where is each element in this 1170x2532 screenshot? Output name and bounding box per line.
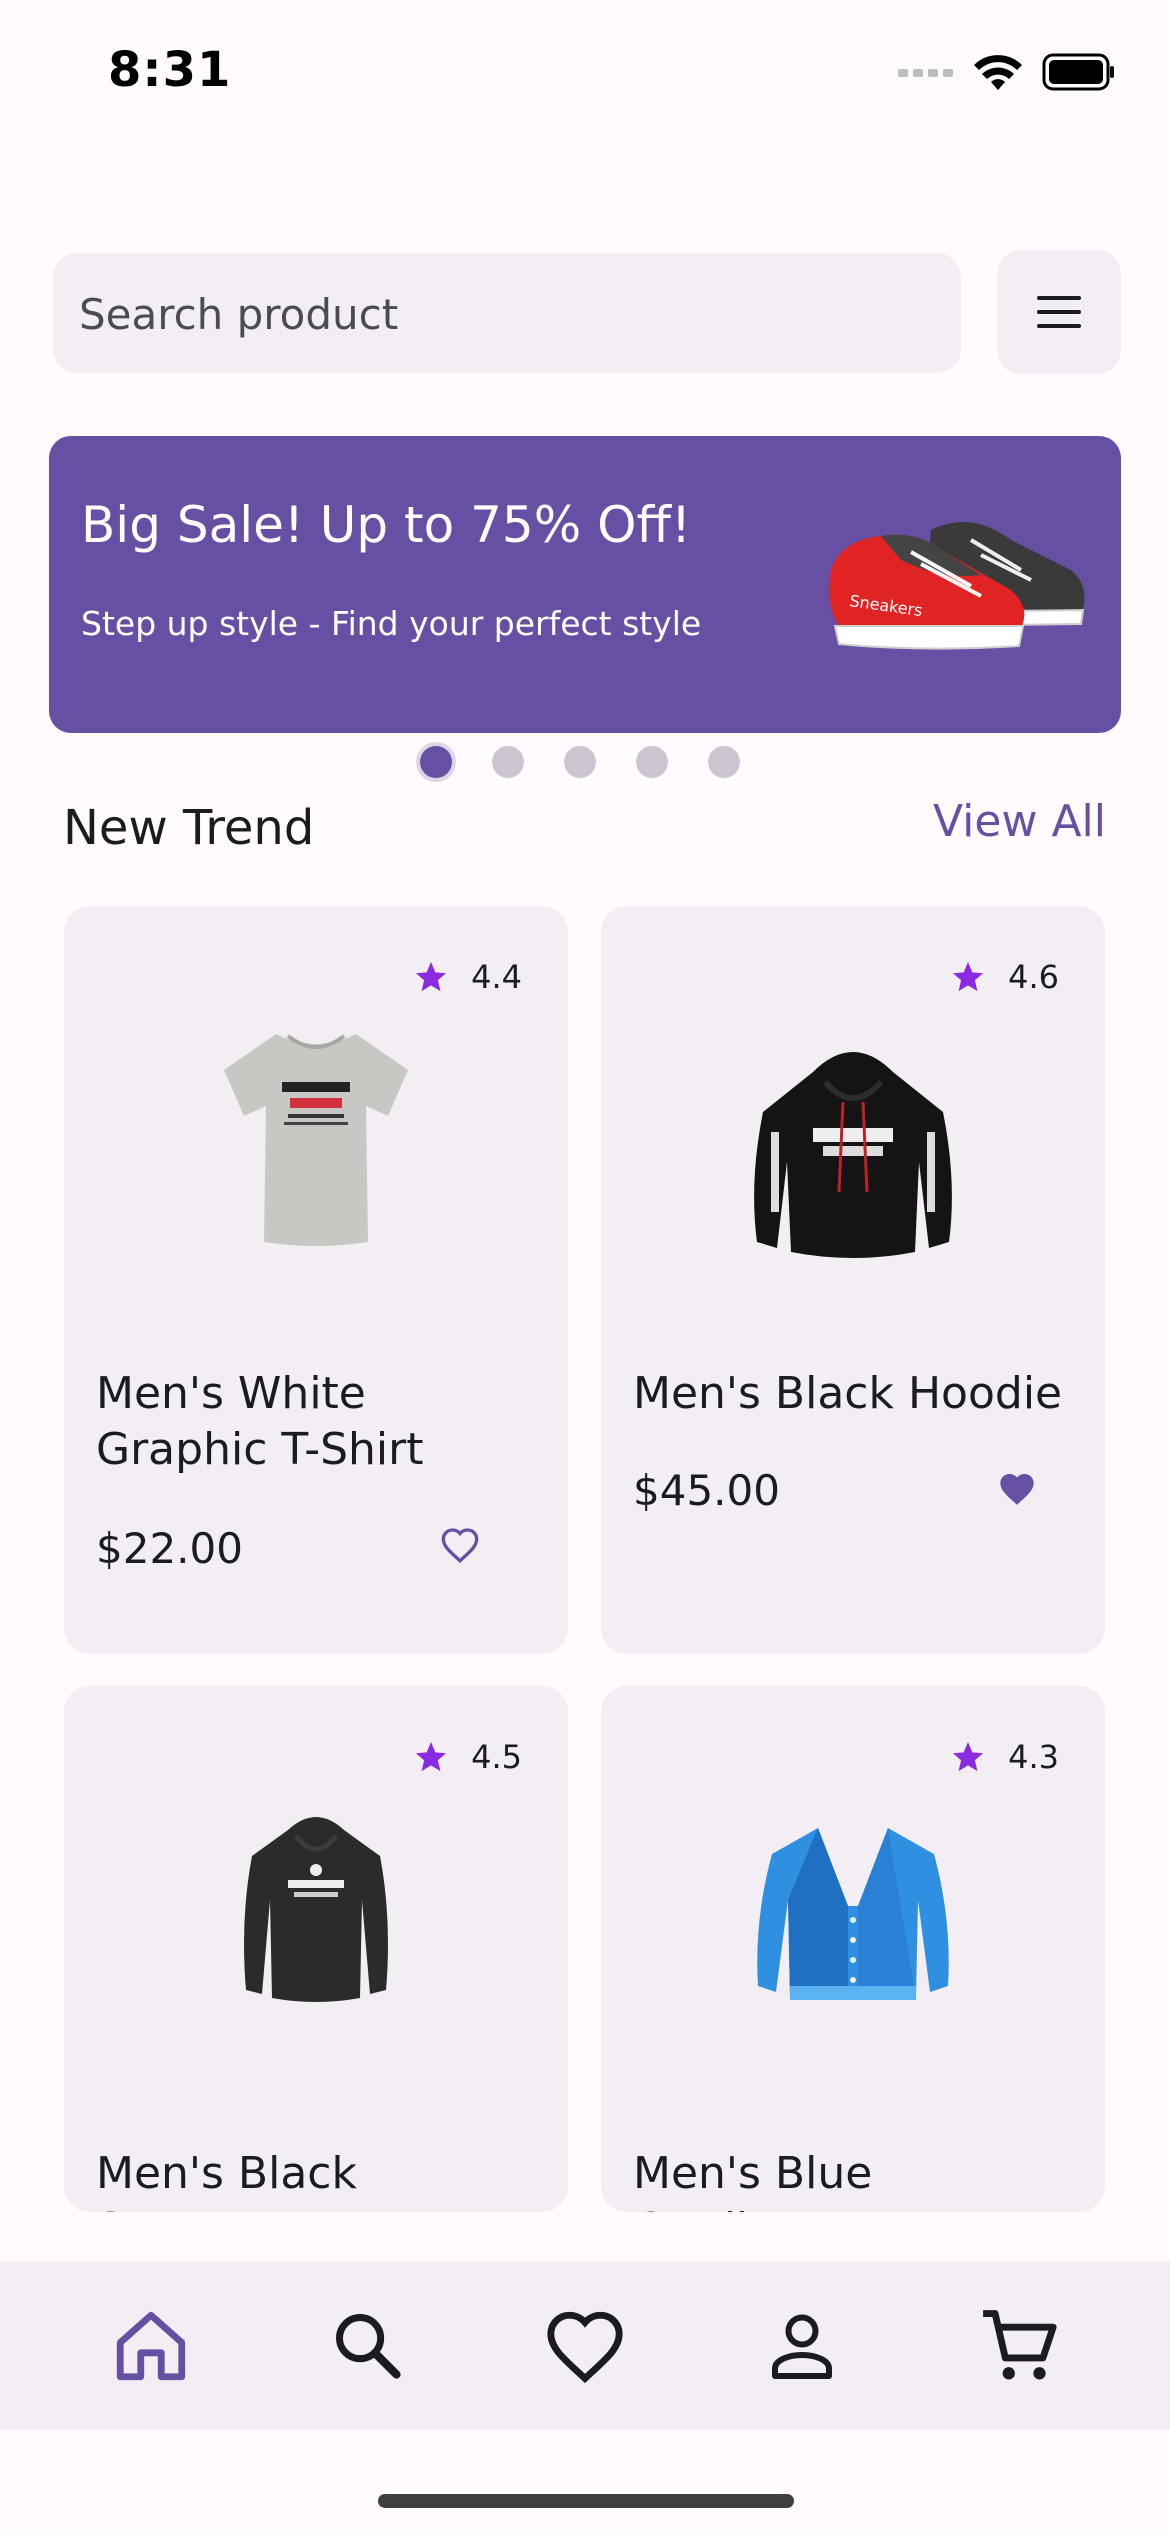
cart-icon <box>983 2310 1057 2380</box>
product-name: Men's Black Hoodie <box>633 1368 1063 1419</box>
search-icon <box>335 2314 401 2379</box>
rating-value: 4.4 <box>471 958 522 996</box>
product-rating: 4.4 <box>413 958 522 996</box>
cardigan-icon <box>757 1828 949 2000</box>
carousel-dot[interactable] <box>564 746 596 778</box>
wifi-icon <box>974 55 1022 90</box>
product-image <box>601 1810 1105 2010</box>
bottom-navigation <box>0 2262 1170 2430</box>
battery-icon <box>1042 53 1114 91</box>
rating-value: 4.3 <box>1008 1738 1059 1776</box>
hoodie-icon <box>754 1052 952 1258</box>
heart-filled-icon[interactable] <box>997 1470 1037 1508</box>
person-icon <box>772 2314 833 2379</box>
carousel-dot[interactable] <box>636 746 668 778</box>
product-image <box>64 1024 568 1246</box>
product-name: Men's White Graphic T-Shirt <box>96 1368 424 1475</box>
heart-outline-icon[interactable] <box>440 1526 480 1564</box>
star-icon <box>416 962 447 992</box>
product-rating: 4.3 <box>950 1738 1059 1776</box>
product-image <box>601 1042 1105 1258</box>
section-title: New Trend <box>63 800 315 856</box>
rating-value: 4.6 <box>1008 958 1059 996</box>
product-card[interactable]: 4.3 Men's Blue Cardigan <box>601 1686 1105 2212</box>
nav-cart[interactable] <box>969 2296 1069 2396</box>
product-name: Men's Blue Cardigan <box>633 2148 873 2212</box>
view-all-link[interactable]: View All <box>933 796 1106 847</box>
star-icon <box>953 962 984 992</box>
star-icon <box>953 1742 984 1772</box>
product-price: $45.00 <box>633 1466 780 1515</box>
tshirt-icon <box>224 1034 408 1246</box>
status-time: 8:31 <box>108 42 232 98</box>
carousel-indicator <box>420 746 740 778</box>
product-card[interactable]: 4.6 Men's Black Hoodie $45.00 <box>601 906 1105 1654</box>
heart-icon <box>547 2311 623 2384</box>
sneakers-image: Sneakers <box>829 522 1085 650</box>
carousel-dot[interactable] <box>420 746 452 778</box>
nav-profile[interactable] <box>752 2296 852 2396</box>
cellular-signal-icon <box>898 69 953 77</box>
banner-subtitle: Step up style - Find your perfect style <box>81 604 702 643</box>
product-card[interactable]: 4.5 Men's Black Sweater <box>64 1686 568 2212</box>
nav-search[interactable] <box>318 2296 418 2396</box>
product-rating: 4.5 <box>413 1738 522 1776</box>
product-name: Men's Black Sweater <box>96 2148 357 2212</box>
status-icons <box>898 52 1116 92</box>
rating-value: 4.5 <box>471 1738 522 1776</box>
star-icon <box>416 1742 447 1772</box>
nav-home[interactable] <box>101 2296 201 2396</box>
search-bar[interactable] <box>53 253 961 375</box>
banner-title: Big Sale! Up to 75% Off! <box>81 496 691 554</box>
menu-button[interactable] <box>997 250 1121 374</box>
home-indicator <box>378 2494 794 2508</box>
carousel-dot[interactable] <box>492 746 524 778</box>
home-icon <box>116 2311 185 2381</box>
product-rating: 4.6 <box>950 958 1059 996</box>
menu-icon <box>1037 296 1081 328</box>
promo-banner[interactable]: Big Sale! Up to 75% Off! Step up style -… <box>49 436 1121 733</box>
product-image <box>64 1810 568 2010</box>
search-input[interactable] <box>77 253 941 375</box>
product-price: $22.00 <box>96 1524 243 1573</box>
carousel-dot[interactable] <box>708 746 740 778</box>
product-card[interactable]: 4.4 Men's White Graphic T-Shirt $22.00 <box>64 906 568 1654</box>
nav-favorites[interactable] <box>535 2296 635 2396</box>
sweater-icon <box>244 1817 388 2002</box>
